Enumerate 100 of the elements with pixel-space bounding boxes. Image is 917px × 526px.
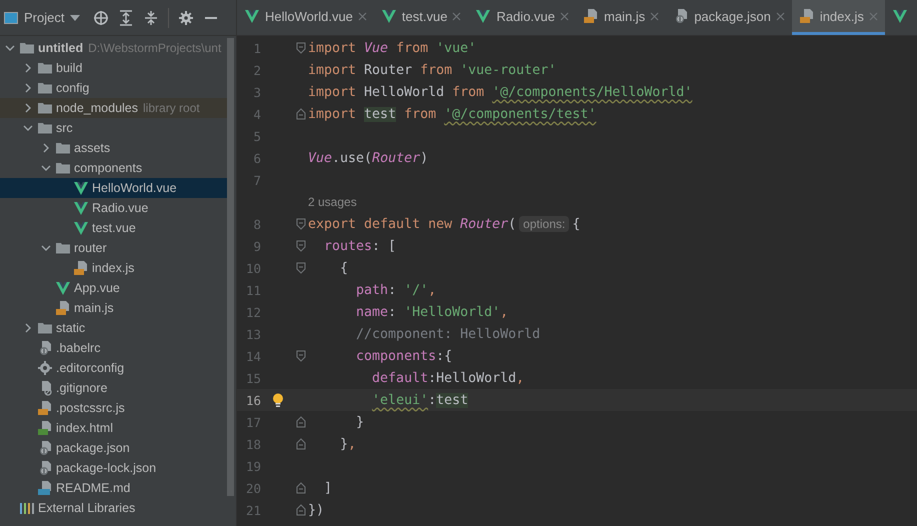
js-file-icon bbox=[55, 300, 71, 316]
config-file-icon bbox=[37, 340, 53, 356]
line-number: 16 bbox=[244, 392, 261, 408]
line-number: 18 bbox=[244, 436, 261, 452]
collapse-all-icon[interactable] bbox=[143, 10, 160, 26]
code-line: name: 'HelloWorld', bbox=[355, 304, 508, 320]
tree-item[interactable]: components bbox=[0, 158, 227, 178]
tree-item[interactable]: .babelrc bbox=[0, 338, 227, 358]
usages-hint[interactable]: 2 usages bbox=[308, 195, 357, 209]
folder-icon bbox=[37, 120, 53, 136]
tree-item[interactable]: .postcssrc.js bbox=[0, 398, 227, 418]
close-icon[interactable] bbox=[650, 12, 660, 20]
lightbulb-icon[interactable] bbox=[272, 392, 284, 408]
line-number: 15 bbox=[244, 370, 261, 386]
tree-item[interactable]: build bbox=[0, 58, 227, 78]
code-line: Vue.use(Router) bbox=[308, 150, 428, 166]
chevron-right-icon[interactable] bbox=[23, 323, 33, 333]
fold-marker-icon[interactable] bbox=[296, 240, 306, 252]
fold-marker-icon[interactable] bbox=[296, 416, 306, 428]
folder-icon bbox=[55, 160, 71, 176]
line-number: 10 bbox=[244, 260, 261, 276]
fold-marker-icon[interactable] bbox=[296, 482, 306, 494]
fold-marker-icon[interactable] bbox=[296, 350, 306, 362]
tree-item[interactable]: main.js bbox=[0, 298, 227, 318]
editor-tab[interactable]: main.js bbox=[576, 0, 666, 35]
editor-tab[interactable]: package.json bbox=[666, 0, 792, 35]
fold-marker-icon[interactable] bbox=[296, 108, 306, 120]
js-file-icon bbox=[583, 8, 599, 24]
tree-item[interactable]: HelloWorld.vue bbox=[0, 178, 227, 198]
close-icon[interactable] bbox=[452, 12, 462, 20]
tree-item[interactable]: README.md bbox=[0, 478, 227, 498]
fold-marker-icon[interactable] bbox=[296, 218, 306, 230]
tree-item[interactable]: App.vue bbox=[0, 278, 227, 298]
folder-icon bbox=[19, 40, 35, 56]
chevron-down-icon[interactable] bbox=[23, 123, 33, 133]
line-number: 6 bbox=[252, 150, 261, 166]
fold-marker-icon[interactable] bbox=[296, 438, 306, 450]
code-line: //component: HelloWorld bbox=[355, 326, 540, 342]
close-icon[interactable] bbox=[776, 12, 785, 20]
window-icon bbox=[4, 10, 18, 24]
tree-item[interactable]: package-lock.json bbox=[0, 458, 227, 478]
code-line: }, bbox=[339, 436, 356, 452]
close-icon[interactable] bbox=[868, 12, 878, 20]
js-file-icon bbox=[73, 260, 89, 276]
chevron-down-icon[interactable] bbox=[41, 163, 51, 173]
fold-marker-icon[interactable] bbox=[296, 504, 306, 516]
vue-icon bbox=[73, 200, 89, 216]
code-line: components:{ bbox=[355, 348, 452, 364]
vue-icon bbox=[55, 280, 71, 296]
fold-marker-icon[interactable] bbox=[296, 42, 306, 54]
tree-item[interactable]: untitled D:\WebstormProjects\unt bbox=[0, 38, 227, 58]
folder-icon bbox=[37, 100, 53, 116]
expand-all-icon[interactable] bbox=[118, 10, 134, 26]
tree-item[interactable]: index.js bbox=[0, 258, 227, 278]
line-number: 20 bbox=[244, 480, 261, 496]
tree-item[interactable]: .gitignore bbox=[0, 378, 227, 398]
fold-marker-icon[interactable] bbox=[296, 262, 306, 274]
vue-icon bbox=[244, 8, 260, 24]
tree-item[interactable]: node_modules library root bbox=[0, 98, 227, 118]
project-dropdown[interactable]: Project bbox=[4, 10, 82, 25]
tree-item[interactable]: Radio.vue bbox=[0, 198, 227, 218]
tree-item[interactable]: .editorconfig bbox=[0, 358, 227, 378]
folder-icon bbox=[55, 140, 71, 156]
vue-icon bbox=[475, 8, 492, 24]
line-number: 9 bbox=[252, 238, 261, 254]
tree-item[interactable]: router bbox=[0, 238, 227, 258]
caret-icon bbox=[70, 14, 80, 20]
tree-item[interactable]: assets bbox=[0, 138, 227, 158]
tree-item[interactable]: src bbox=[0, 118, 227, 138]
chevron-right-icon[interactable] bbox=[41, 143, 51, 153]
settings-icon[interactable] bbox=[178, 10, 194, 26]
folder-icon bbox=[37, 60, 53, 76]
tree-item[interactable]: package.json bbox=[0, 438, 227, 458]
line-number: 4 bbox=[252, 106, 261, 122]
code-line: import Router from 'vue-router' bbox=[308, 62, 556, 78]
line-number: 17 bbox=[244, 414, 261, 430]
editor-tab[interactable]: Radio.vue bbox=[468, 0, 576, 35]
folder-icon bbox=[37, 80, 53, 96]
code-line: import HelloWorld from '@/components/HelloWorld' bbox=[308, 84, 692, 100]
gear-icon bbox=[37, 360, 53, 376]
tree-item[interactable]: index.html bbox=[0, 418, 227, 438]
chevron-down-icon[interactable] bbox=[5, 43, 15, 53]
chevron-down-icon[interactable] bbox=[41, 243, 51, 253]
tree-item[interactable]: static bbox=[0, 318, 227, 338]
close-icon[interactable] bbox=[358, 12, 367, 20]
scrollbar[interactable] bbox=[227, 38, 234, 496]
code-line: export default new Router( bbox=[308, 216, 516, 232]
js-file-icon bbox=[37, 400, 53, 416]
tree-item[interactable]: config bbox=[0, 78, 227, 98]
line-number: 2 bbox=[252, 62, 261, 78]
vue-icon bbox=[892, 8, 908, 24]
tree-item[interactable]: test.vue bbox=[0, 218, 227, 238]
close-icon[interactable] bbox=[560, 12, 569, 20]
config-file-icon bbox=[37, 460, 53, 476]
editor-tab[interactable]: HelloWorld.vue bbox=[237, 0, 374, 35]
tree-item[interactable]: External Libraries bbox=[0, 498, 227, 518]
crosshair-icon[interactable] bbox=[93, 10, 110, 26]
code-line: routes: [ bbox=[323, 238, 396, 254]
editor-tab[interactable]: index.js bbox=[792, 0, 885, 35]
editor-tab[interactable]: test.vue bbox=[374, 0, 468, 35]
